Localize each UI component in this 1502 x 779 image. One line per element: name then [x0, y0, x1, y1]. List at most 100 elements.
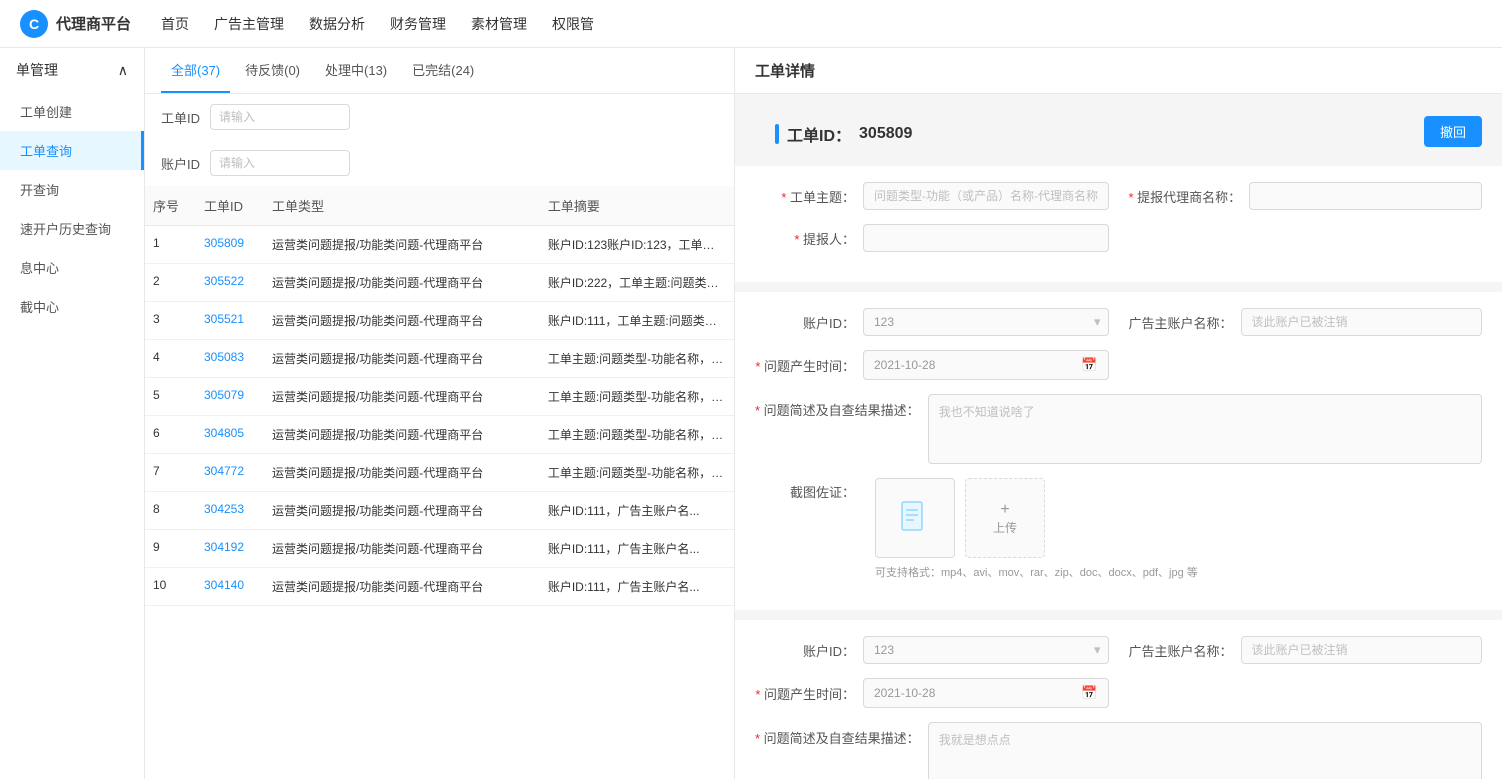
tab-pending[interactable]: 待反馈(0)	[235, 48, 310, 93]
nav-finance[interactable]: 财务管理	[390, 14, 446, 34]
cell-type: 运营类问题提报/功能类问题-代理商平台	[264, 568, 540, 606]
filter-input-ticket-id[interactable]	[210, 104, 350, 130]
table-row: 10 304140 运营类问题提报/功能类问题-代理商平台 账户ID:111，广…	[145, 568, 734, 606]
ad-account-label-2: 广告主账户名称：	[1129, 641, 1233, 660]
issue-desc-textarea-2[interactable]	[928, 722, 1482, 779]
cell-type: 运营类问题提报/功能类问题-代理商平台	[264, 416, 540, 454]
cell-summary: 账户ID:111，广告主账户名...	[540, 568, 734, 606]
cell-ticket-id[interactable]: 305521	[196, 302, 264, 340]
table-row: 7 304772 运营类问题提报/功能类问题-代理商平台 工单主题:问题类型-功…	[145, 454, 734, 492]
detail-id-row: 工单ID： 305809	[775, 122, 912, 146]
table-row: 4 305083 运营类问题提报/功能类问题-代理商平台 工单主题:问题类型-功…	[145, 340, 734, 378]
form-row-issue-time-2: * 问题产生时间： 📅	[755, 678, 1482, 708]
nav-permissions[interactable]: 权限管	[552, 14, 594, 34]
form-row-subject: * 工单主题： * 提报代理商名称： 测试	[755, 182, 1482, 210]
cell-ticket-id[interactable]: 305079	[196, 378, 264, 416]
file-icon	[900, 500, 930, 536]
issue-desc-textarea[interactable]	[928, 394, 1482, 464]
sidebar-item-info-center[interactable]: 息中心	[0, 248, 144, 287]
cell-ticket-id[interactable]: 305522	[196, 264, 264, 302]
date-input-wrap-2: 📅	[863, 678, 1109, 708]
cell-summary: 工单主题:问题类型-功能名称，提报代理商名称，提报代理商名...	[540, 378, 734, 416]
cell-type: 运营类问题提报/功能类问题-代理商平台	[264, 226, 540, 264]
filter-row-ticket-id: 工单ID	[145, 94, 734, 140]
upload-area: + 上传 可支持格式：mp4、avi、mov、rar、zip、doc、docx、…	[875, 478, 1198, 580]
cell-ticket-id[interactable]: 304805	[196, 416, 264, 454]
filter-input-account-id[interactable]	[210, 150, 350, 176]
upload-row: + 上传	[875, 478, 1198, 558]
upload-button[interactable]: + 上传	[965, 478, 1045, 558]
ad-account-input[interactable]	[1241, 308, 1482, 336]
top-navigation: C 代理商平台 首页 广告主管理 数据分析 财务管理 素材管理 权限管	[0, 0, 1502, 48]
nav-material[interactable]: 素材管理	[471, 14, 527, 34]
reporter-label: * 提报人：	[755, 229, 855, 248]
id-bar-decoration	[775, 124, 779, 144]
nav-home[interactable]: 首页	[161, 14, 189, 34]
table-row: 8 304253 运营类问题提报/功能类问题-代理商平台 账户ID:111，广告…	[145, 492, 734, 530]
detail-id-value: 305809	[859, 125, 912, 143]
col-id: 工单ID	[196, 186, 264, 226]
cell-summary: 账户ID:111，广告主账户名...	[540, 492, 734, 530]
cell-seq: 8	[145, 492, 196, 530]
col-type: 工单类型	[264, 186, 540, 226]
cell-seq: 9	[145, 530, 196, 568]
form-row-issue-time: * 问题产生时间： 📅	[755, 350, 1482, 380]
form-group-issue-desc: * 问题简述及自查结果描述：	[755, 394, 1482, 464]
date-input[interactable]	[874, 358, 1075, 372]
detail-header: 工单详情	[735, 48, 1502, 94]
account-id-select-2[interactable]: 123	[863, 636, 1109, 664]
calendar-icon: 📅	[1081, 357, 1097, 373]
sidebar-item-ticket-create[interactable]: 工单创建	[0, 92, 144, 131]
nav-data-analysis[interactable]: 数据分析	[309, 14, 365, 34]
main-nav: 首页 广告主管理 数据分析 财务管理 素材管理 权限管	[161, 14, 594, 34]
required-dot-company: *	[1129, 190, 1134, 205]
logo-icon: C	[20, 10, 48, 38]
form-row-issue-desc: * 问题简述及自查结果描述：	[755, 394, 1482, 464]
sidebar-item-open-query[interactable]: 开查询	[0, 170, 144, 209]
form-row-screenshot: 截图佐证：	[755, 478, 1482, 580]
tab-all[interactable]: 全部(37)	[161, 48, 230, 93]
filter-label-account-id: 账户ID	[161, 154, 200, 173]
sidebar-item-history-query[interactable]: 速开户历史查询	[0, 209, 144, 248]
upload-label: 上传	[993, 519, 1017, 536]
form-row-account-2: 账户ID： 123 ▾ 广告主账户名称：	[755, 636, 1482, 664]
nav-ad-management[interactable]: 广告主管理	[214, 14, 284, 34]
cell-ticket-id[interactable]: 305083	[196, 340, 264, 378]
reporter-company-input[interactable]: 测试	[1249, 182, 1482, 210]
tab-processing[interactable]: 处理中(13)	[315, 48, 397, 93]
ad-account-input-2[interactable]	[1241, 636, 1482, 664]
back-button[interactable]: 撤回	[1424, 116, 1482, 147]
cell-ticket-id[interactable]: 304192	[196, 530, 264, 568]
subject-input[interactable]	[863, 182, 1109, 210]
main-layout: 单管理 ∧ 工单创建 工单查询 开查询 速开户历史查询 息中心 截中心 全部(3…	[0, 48, 1502, 779]
cell-ticket-id[interactable]: 304253	[196, 492, 264, 530]
account-id-select[interactable]: 123	[863, 308, 1109, 336]
sidebar-item-ticket-query[interactable]: 工单查询	[0, 131, 144, 170]
cell-summary: 账户ID:111，工单主题:问题类型-功能（或产品）名称-代理商名称，提...	[540, 302, 734, 340]
detail-section-2: 账户ID： 123 ▾ 广告主账户名称：	[735, 292, 1502, 610]
form-group-ad-account: 广告主账户名称：	[1129, 308, 1483, 336]
form-group-account-id: 账户ID： 123 ▾	[755, 308, 1109, 336]
ticket-detail-panel: 工单详情 工单ID： 305809 撤回 * 工单主题：	[735, 48, 1502, 779]
cell-seq: 2	[145, 264, 196, 302]
cell-summary: 账户ID:222，工单主题:问题类型-功能（或产品）名称-代理商名称，提...	[540, 264, 734, 302]
app-title: 代理商平台	[56, 13, 131, 34]
cell-ticket-id[interactable]: 305809	[196, 226, 264, 264]
sidebar-section-title[interactable]: 单管理 ∧	[0, 48, 144, 92]
cell-type: 运营类问题提报/功能类问题-代理商平台	[264, 492, 540, 530]
ad-account-label: 广告主账户名称：	[1129, 313, 1233, 332]
reporter-input[interactable]: 测试一下	[863, 224, 1109, 252]
sidebar-item-load-center[interactable]: 截中心	[0, 287, 144, 326]
form-group-ad-account-2: 广告主账户名称：	[1129, 636, 1483, 664]
cell-type: 运营类问题提报/功能类问题-代理商平台	[264, 378, 540, 416]
cell-ticket-id[interactable]: 304772	[196, 454, 264, 492]
cell-summary: 工单主题:问题类型-功能名称，提报代理商名称，提报代理商名...	[540, 454, 734, 492]
cell-type: 运营类问题提报/功能类问题-代理商平台	[264, 302, 540, 340]
col-summary: 工单摘要	[540, 186, 734, 226]
form-group-reporter: * 提报人： 测试一下	[755, 224, 1109, 252]
account-id-select-wrapper-2: 123 ▾	[863, 636, 1109, 664]
cell-ticket-id[interactable]: 304140	[196, 568, 264, 606]
date-input-2[interactable]	[874, 686, 1075, 700]
tab-done[interactable]: 已完结(24)	[402, 48, 484, 93]
sidebar: 单管理 ∧ 工单创建 工单查询 开查询 速开户历史查询 息中心 截中心	[0, 48, 145, 779]
